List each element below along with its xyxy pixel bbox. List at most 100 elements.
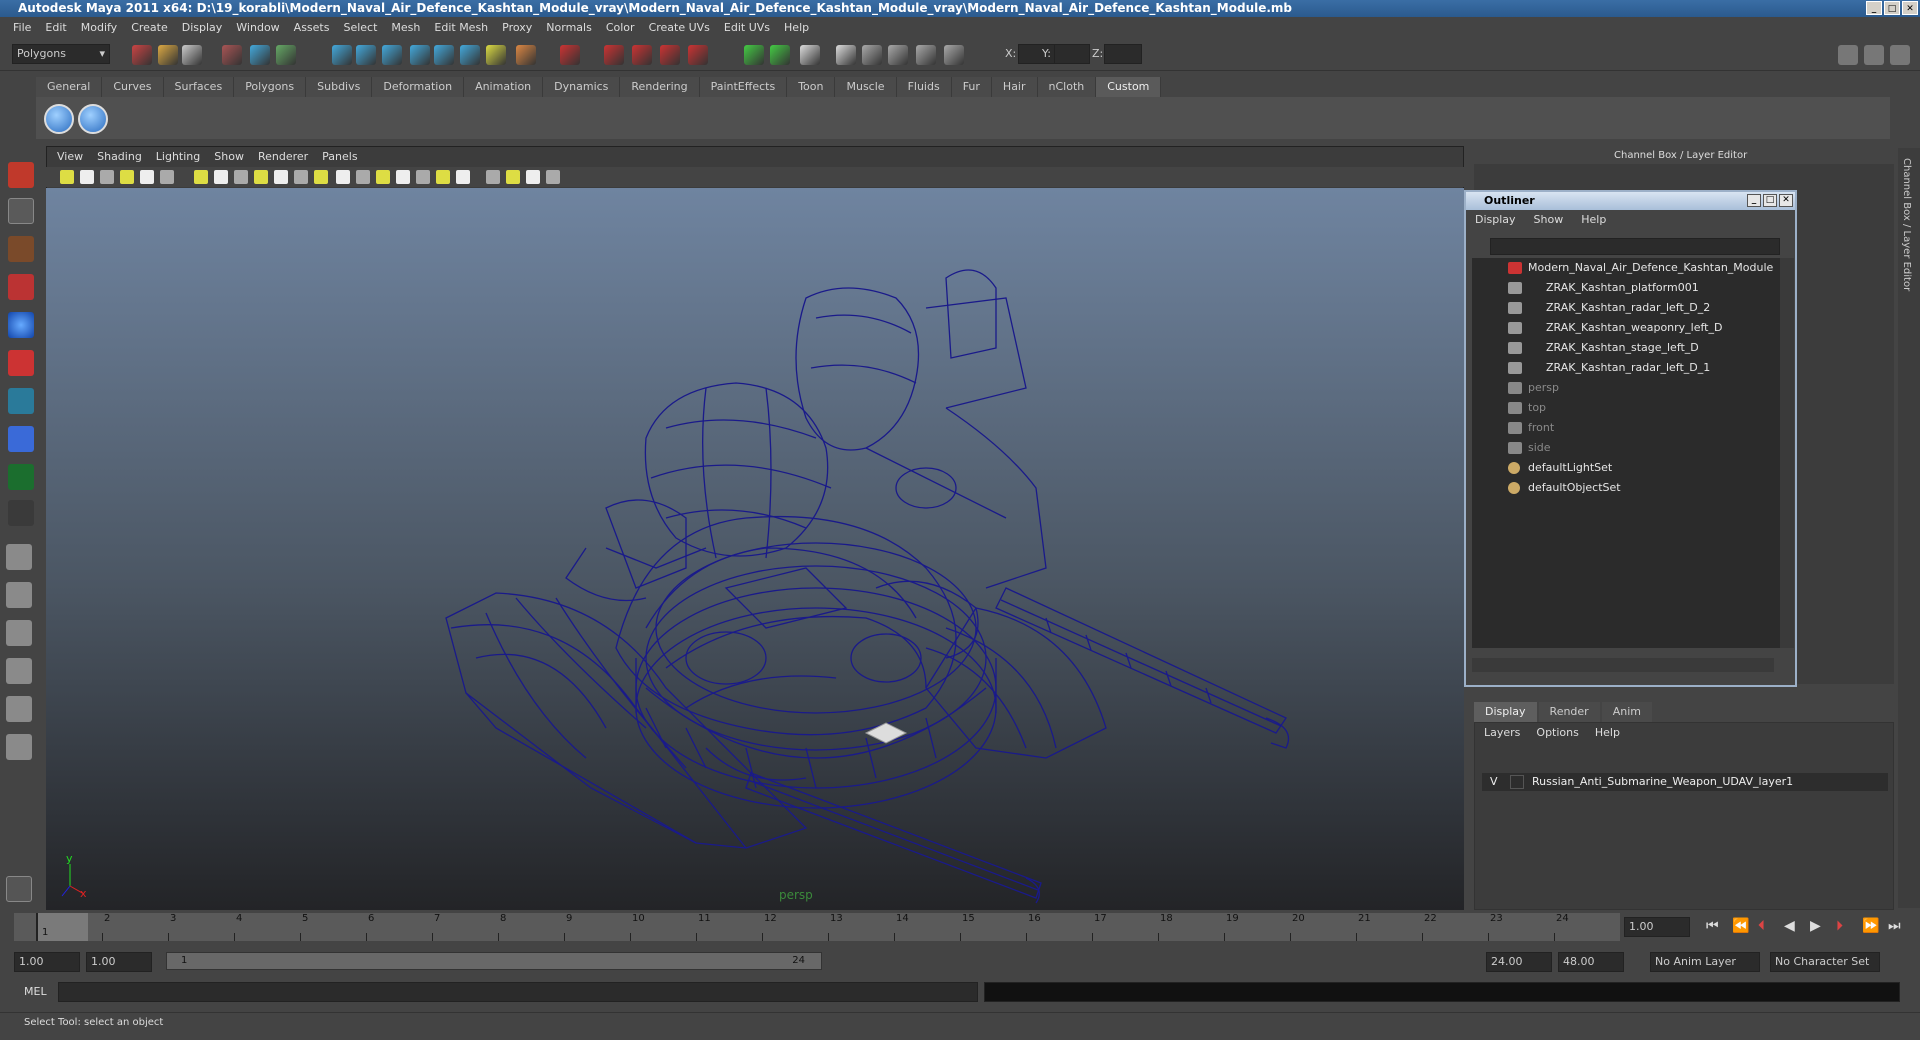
move-tool-icon[interactable]	[8, 274, 34, 300]
anim-layer-dropdown[interactable]: No Anim Layer	[1650, 952, 1760, 972]
viewport-menu-lighting[interactable]: Lighting	[149, 148, 207, 166]
step-forward-key-icon[interactable]: ⏵	[1836, 918, 1843, 934]
input-line-icon[interactable]	[800, 45, 820, 65]
menu-modify[interactable]: Modify	[74, 21, 124, 34]
layer-menu-layers[interactable]: Layers	[1476, 724, 1528, 742]
shelf-tab-dynamics[interactable]: Dynamics	[543, 77, 621, 97]
x-field[interactable]	[1018, 44, 1058, 64]
manipulator-tool-icon[interactable]	[8, 388, 34, 414]
shelf-tab-fluids[interactable]: Fluids	[896, 77, 952, 97]
menu-set-dropdown[interactable]: Polygons ▾	[12, 44, 110, 64]
minimize-icon[interactable]: _	[1747, 194, 1761, 207]
minimize-icon[interactable]: _	[1866, 1, 1882, 15]
menu-window[interactable]: Window	[229, 21, 286, 34]
time-slider[interactable]: 1234567891011121314151617181920212223241	[14, 913, 1620, 941]
select-object-icon[interactable]	[250, 45, 270, 65]
select-tool-icon[interactable]	[8, 162, 34, 188]
render-settings-icon[interactable]	[660, 45, 680, 65]
bookmarks-icon[interactable]	[100, 170, 114, 184]
character-set-dropdown[interactable]: No Character Set	[1770, 952, 1880, 972]
open-scene-icon[interactable]	[158, 45, 178, 65]
step-forward-icon[interactable]: ⏩	[1862, 918, 1879, 934]
shelf-tab-subdivs[interactable]: Subdivs	[306, 77, 373, 97]
shelf-tab-polygons[interactable]: Polygons	[234, 77, 307, 97]
xray-icon[interactable]	[456, 170, 470, 184]
camera-attributes-icon[interactable]	[80, 170, 94, 184]
start-time-field[interactable]: 1.00	[14, 952, 80, 972]
menu-normals[interactable]: Normals	[539, 21, 599, 34]
layer-visibility-toggle[interactable]: V	[1490, 773, 1498, 791]
single-perspective-layout-icon[interactable]	[6, 544, 32, 570]
gate-mask-icon[interactable]	[254, 170, 268, 184]
shelf-tab-muscle[interactable]: Muscle	[835, 77, 897, 97]
menu-edit-uvs[interactable]: Edit UVs	[717, 21, 777, 34]
command-language-label[interactable]: MEL	[24, 985, 47, 998]
outliner-horizontal-scrollbar[interactable]	[1472, 658, 1774, 672]
outliner-item[interactable]: ZRAK_Kashtan_stage_left_D	[1472, 338, 1772, 358]
step-back-key-icon[interactable]: ⏴	[1758, 918, 1765, 934]
isolate-select-icon[interactable]	[486, 170, 500, 184]
smooth-shade-icon[interactable]	[356, 170, 370, 184]
maximize-icon[interactable]: □	[1884, 1, 1900, 15]
shelf-tab-toon[interactable]: Toon	[787, 77, 836, 97]
shelf-tab-curves[interactable]: Curves	[102, 77, 164, 97]
outliner-item[interactable]: ZRAK_Kashtan_weaponry_left_D	[1472, 318, 1772, 338]
viewport-menu-renderer[interactable]: Renderer	[251, 148, 315, 166]
close-icon[interactable]: ✕	[1779, 194, 1793, 207]
menu-display[interactable]: Display	[175, 21, 230, 34]
shelf-tab-ncloth[interactable]: nCloth	[1037, 77, 1097, 97]
construction-history-icon[interactable]	[744, 45, 764, 65]
select-hierarchy-icon[interactable]	[222, 45, 242, 65]
brush-tool-icon[interactable]	[6, 876, 32, 902]
shelf-tab-animation[interactable]: Animation	[464, 77, 544, 97]
outliner-titlebar[interactable]: Outliner _ □ ✕	[1466, 192, 1795, 210]
safe-title-icon[interactable]	[314, 170, 328, 184]
history-icon[interactable]	[560, 45, 580, 65]
current-frame-marker[interactable]: 1	[36, 913, 88, 941]
outliner-item[interactable]: ZRAK_Kashtan_radar_left_D_2	[1472, 298, 1772, 318]
outliner-menu-show[interactable]: Show	[1525, 210, 1573, 230]
paint-select-tool-icon[interactable]	[8, 236, 34, 262]
step-back-icon[interactable]: ⏪	[1732, 918, 1749, 934]
outliner-item[interactable]: defaultObjectSet	[1472, 478, 1772, 498]
viewport-menu-show[interactable]: Show	[207, 148, 251, 166]
outliner-item[interactable]: persp	[1472, 378, 1772, 398]
viewport-menu-panels[interactable]: Panels	[315, 148, 364, 166]
outliner-list[interactable]: Modern_Naval_Air_Defence_Kashtan_Module Z…	[1472, 258, 1780, 648]
xray-joints-icon[interactable]	[506, 170, 520, 184]
default-material-icon[interactable]	[376, 170, 390, 184]
four-view-layout-icon[interactable]	[6, 582, 32, 608]
outliner-toggle-icon[interactable]	[862, 45, 882, 65]
close-icon[interactable]: ✕	[1902, 1, 1918, 15]
save-scene-icon[interactable]	[182, 45, 202, 65]
snap-point-icon[interactable]	[382, 45, 402, 65]
tool-settings-icon[interactable]	[916, 45, 936, 65]
output-ops-icon[interactable]	[516, 45, 536, 65]
outliner-menu-help[interactable]: Help	[1572, 210, 1615, 230]
snap-plane-icon[interactable]	[410, 45, 430, 65]
relative-mode-icon[interactable]	[836, 45, 856, 65]
shadows-icon[interactable]	[436, 170, 450, 184]
persp-graph-layout-icon[interactable]	[6, 658, 32, 684]
go-to-start-icon[interactable]: ⏮	[1706, 918, 1719, 934]
menu-edit[interactable]: Edit	[38, 21, 73, 34]
xray-components-icon[interactable]	[526, 170, 540, 184]
outliner-item[interactable]: side	[1472, 438, 1772, 458]
scale-tool-icon[interactable]	[8, 350, 34, 376]
attribute-editor-toggle-icon[interactable]	[888, 45, 908, 65]
outliner-vertical-scrollbar[interactable]	[1780, 258, 1794, 648]
select-camera-icon[interactable]	[60, 170, 74, 184]
custom-shelf-button-2-icon[interactable]	[78, 104, 108, 134]
last-tool-icon[interactable]	[8, 500, 34, 526]
menu-proxy[interactable]: Proxy	[495, 21, 539, 34]
layer-menu-help[interactable]: Help	[1587, 724, 1628, 742]
shelf-tab-painteffects[interactable]: PaintEffects	[699, 77, 788, 97]
show-hide-attr-editor-icon[interactable]	[1838, 45, 1858, 65]
resolution-gate-icon[interactable]	[234, 170, 248, 184]
menu-edit-mesh[interactable]: Edit Mesh	[427, 21, 495, 34]
menu-assets[interactable]: Assets	[287, 21, 337, 34]
menu-create-uvs[interactable]: Create UVs	[642, 21, 717, 34]
outliner-item[interactable]: top	[1472, 398, 1772, 418]
menu-mesh[interactable]: Mesh	[384, 21, 427, 34]
lasso-tool-icon[interactable]	[8, 198, 34, 224]
